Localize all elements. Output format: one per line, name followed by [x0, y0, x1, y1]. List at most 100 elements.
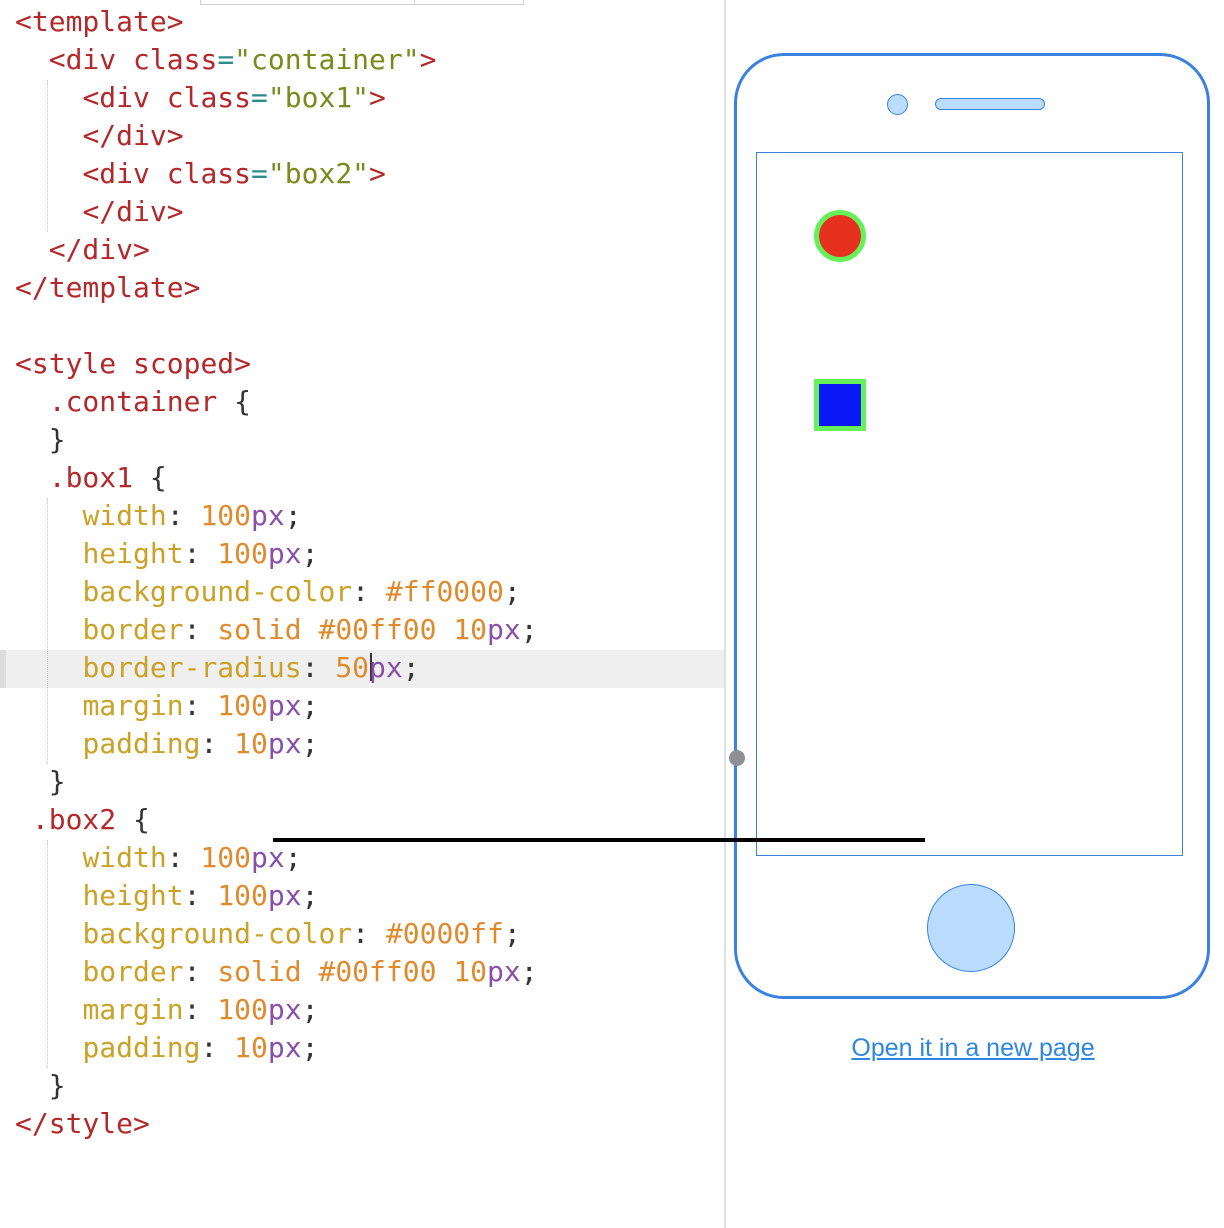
code-line[interactable]: </div> — [15, 117, 538, 155]
code-token: class — [133, 43, 218, 76]
code-token: 50 — [335, 651, 370, 684]
code-line[interactable]: .container { — [15, 383, 538, 421]
code-line[interactable]: </style> — [15, 1105, 538, 1143]
code-line[interactable]: border: solid #00ff00 10px; — [15, 953, 537, 991]
code-token: </div> — [48, 233, 150, 266]
code-line[interactable]: <div class="container"> — [15, 41, 538, 79]
code-token: px — [267, 689, 302, 722]
code-line[interactable]: background-color: #ff0000; — [15, 573, 538, 611]
code-token: ; — [301, 727, 319, 760]
code-token: ; — [284, 499, 302, 532]
code-line[interactable]: } — [15, 1067, 538, 1105]
code-token: px — [487, 613, 521, 646]
code-line[interactable]: margin: 100px; — [15, 687, 538, 725]
code-token: > — [234, 347, 252, 380]
code-line[interactable]: background-color: #0000ff; — [15, 915, 538, 953]
code-token: </div> — [82, 119, 184, 152]
code-line[interactable]: <template> — [15, 3, 538, 41]
code-token: solid — [217, 613, 319, 646]
code-line[interactable]: <div class="box2"> — [15, 155, 538, 193]
code-token: background-color — [82, 575, 353, 608]
code-line[interactable]: .box1 { — [15, 459, 538, 497]
code-token: : — [166, 499, 201, 532]
overlay-line — [273, 838, 925, 842]
code-token: </div> — [82, 195, 184, 228]
code-token: .box2 — [31, 803, 117, 836]
code-line[interactable]: height: 100px; — [15, 877, 538, 915]
code-token: > — [369, 157, 386, 190]
code-line[interactable]: } — [15, 421, 538, 459]
code-line[interactable]: <style scoped> — [15, 345, 538, 383]
code-token: </template> — [15, 271, 201, 304]
code-token: ; — [402, 651, 420, 684]
code-line[interactable]: <div class="box1"> — [15, 79, 538, 117]
phone-speaker — [935, 98, 1045, 110]
phone-home-button — [927, 884, 1015, 972]
code-token: px — [267, 537, 302, 570]
code-line[interactable]: padding: 10px; — [15, 725, 538, 763]
code-token: { — [116, 803, 150, 836]
code-token: ; — [520, 613, 538, 646]
code-token: : — [200, 1031, 235, 1064]
code-line[interactable]: border-radius: 50px; — [15, 649, 538, 687]
code-line[interactable] — [15, 307, 538, 345]
code-token: "box2" — [267, 157, 370, 190]
code-token: solid — [217, 955, 319, 988]
code-line[interactable]: </div> — [15, 231, 538, 269]
code-token: ; — [503, 575, 521, 608]
code-token: { — [133, 461, 167, 494]
code-token: ; — [503, 917, 521, 950]
active-line-gutter-marker — [0, 650, 6, 688]
code-line[interactable]: padding: 10px; — [15, 1029, 538, 1067]
code-token: 100 — [217, 993, 268, 1026]
code-token: ; — [301, 689, 319, 722]
code-token: : — [352, 575, 386, 608]
code-line[interactable]: height: 100px; — [15, 535, 538, 573]
code-token: 10 — [453, 955, 488, 988]
code-token: > — [419, 43, 437, 76]
code-token: px — [251, 841, 285, 874]
code-line[interactable]: width: 100px; — [15, 497, 538, 535]
code-token: ; — [301, 537, 319, 570]
code-token: <style — [15, 347, 134, 380]
code-token: 10 — [234, 1031, 268, 1064]
code-token: <div — [48, 43, 134, 76]
code-token: border-radius — [82, 651, 302, 684]
code-line[interactable]: </template> — [15, 269, 538, 307]
code-token: = — [251, 81, 268, 114]
code-line[interactable]: } — [15, 763, 538, 801]
code-token: : — [183, 993, 218, 1026]
code-line[interactable]: border: solid #00ff00 10px; — [15, 611, 538, 649]
code-token: </style> — [15, 1107, 150, 1140]
preview-pane: Open it in a new page — [726, 0, 1224, 1228]
code-line[interactable]: .box2 { — [15, 801, 538, 839]
code-token: = — [251, 157, 268, 190]
code-line[interactable]: margin: 100px; — [15, 991, 538, 1029]
code-token: .box1 — [48, 461, 134, 494]
open-in-new-page-link[interactable]: Open it in a new page — [726, 1034, 1220, 1063]
code-token: { — [217, 385, 252, 418]
code-token: .container — [48, 385, 218, 418]
phone-screen — [756, 152, 1183, 856]
code-token: px — [267, 879, 302, 912]
code-editor[interactable]: <template> <div class="container"> <div … — [0, 0, 724, 1228]
code-content[interactable]: <template> <div class="container"> <div … — [15, 3, 538, 1143]
screen-corner-indicator — [729, 750, 745, 766]
code-token: <template> — [15, 5, 184, 38]
code-token: px — [487, 955, 521, 988]
code-line[interactable]: </div> — [15, 193, 538, 231]
code-token: #00ff00 — [318, 955, 454, 988]
code-token: : — [183, 955, 218, 988]
code-token: : — [183, 537, 218, 570]
code-line[interactable]: width: 100px; — [15, 839, 538, 877]
